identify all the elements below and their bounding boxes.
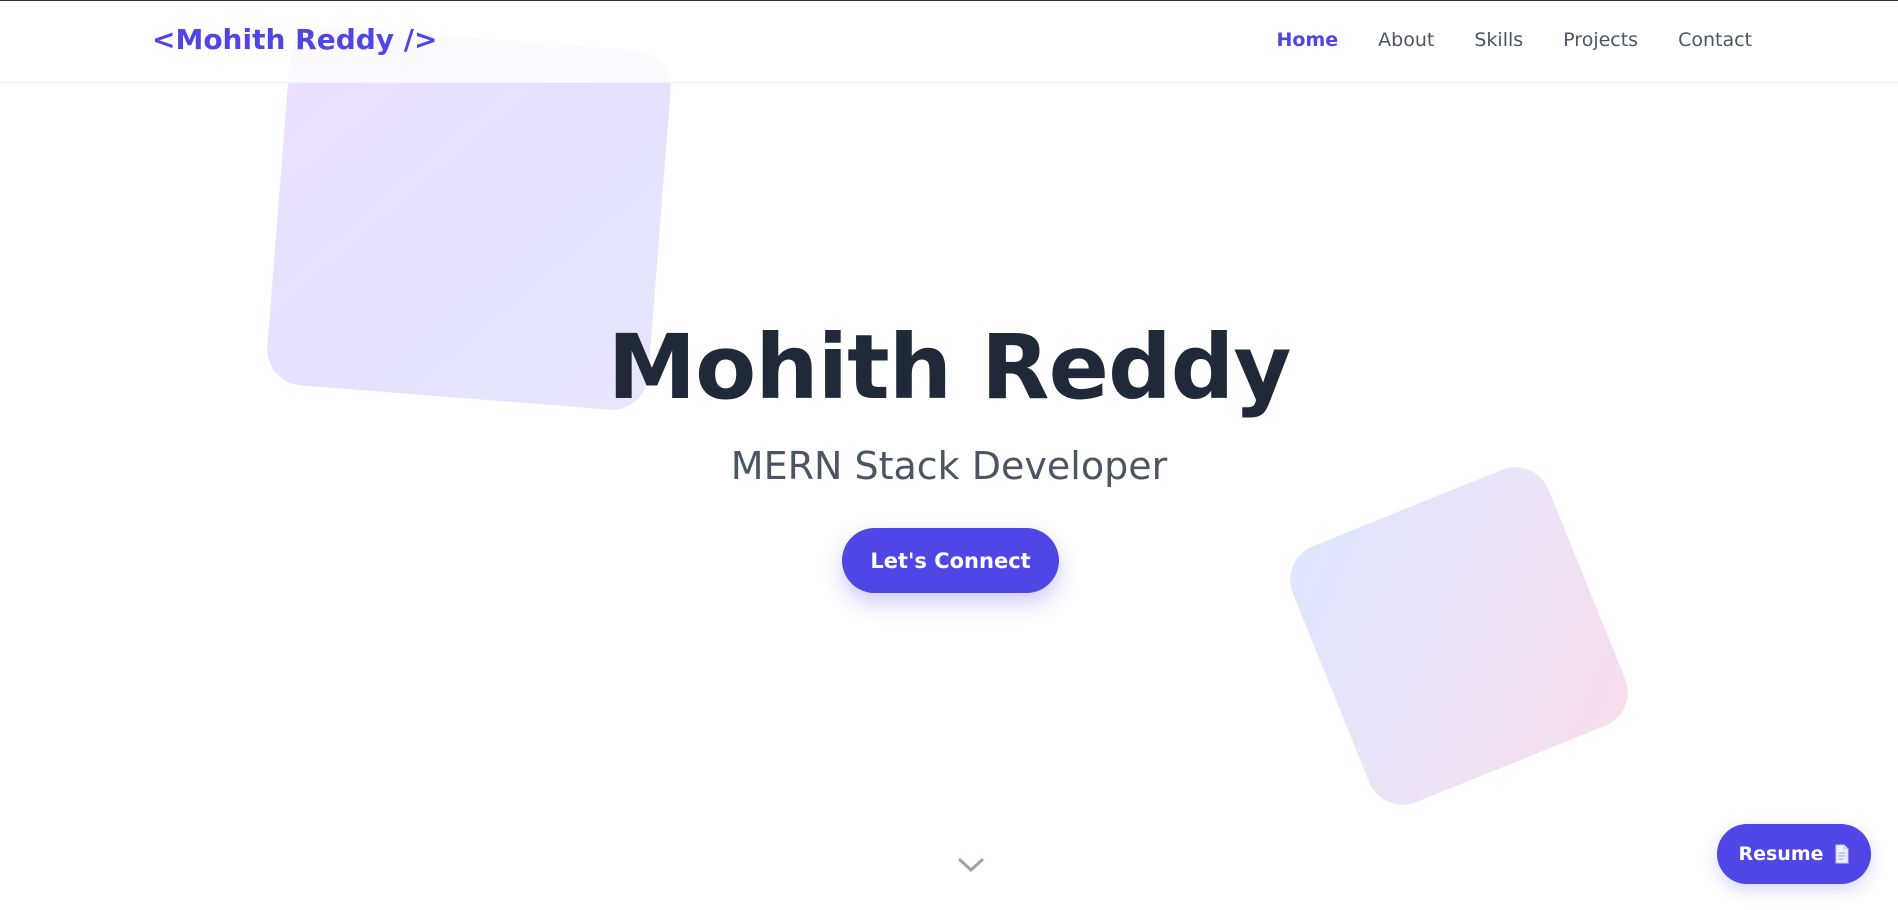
resume-label: Resume (1738, 843, 1824, 865)
nav-link-home[interactable]: Home (1277, 29, 1339, 51)
decorative-shape-right (1279, 456, 1639, 816)
nav-link-projects[interactable]: Projects (1563, 29, 1638, 51)
nav-link-about[interactable]: About (1378, 29, 1434, 51)
nav-link-contact[interactable]: Contact (1678, 29, 1752, 51)
chevron-down-icon[interactable] (956, 855, 986, 875)
lets-connect-button[interactable]: Let's Connect (842, 528, 1059, 593)
navbar: <Mohith Reddy /> Home About Skills Proje… (0, 1, 1898, 83)
logo[interactable]: <Mohith Reddy /> (152, 23, 437, 56)
document-icon (1834, 844, 1850, 864)
nav-link-skills[interactable]: Skills (1474, 29, 1523, 51)
resume-button[interactable]: Resume (1717, 824, 1871, 884)
portfolio-page: <Mohith Reddy /> Home About Skills Proje… (0, 0, 1898, 910)
hero-subtitle: MERN Stack Developer (730, 444, 1168, 488)
main-nav: Home About Skills Projects Contact (1277, 29, 1752, 51)
hero-title: Mohith Reddy (607, 315, 1292, 419)
